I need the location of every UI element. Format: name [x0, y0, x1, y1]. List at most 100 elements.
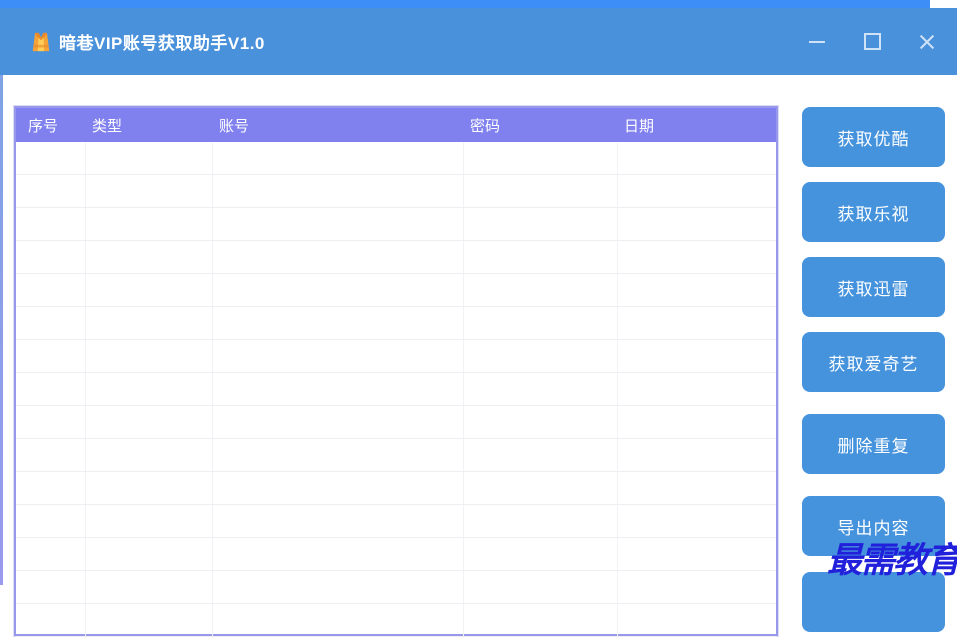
table-cell: [618, 142, 776, 174]
table-cell: [213, 175, 464, 207]
table-cell: [16, 373, 86, 405]
table-cell: [86, 241, 213, 273]
table-cell: [618, 208, 776, 240]
maximize-button[interactable]: [860, 30, 884, 54]
table-row: [16, 142, 776, 175]
table-row: [16, 604, 776, 637]
table-cell: [86, 439, 213, 471]
table-cell: [618, 571, 776, 603]
table-cell: [213, 505, 464, 537]
table-cell: [16, 571, 86, 603]
table-cell: [618, 340, 776, 372]
table-cell: [618, 439, 776, 471]
table-cell: [86, 604, 213, 636]
export-content-button[interactable]: 导出内容: [802, 496, 945, 556]
table-cell: [618, 274, 776, 306]
table-cell: [618, 175, 776, 207]
table-cell: [213, 241, 464, 273]
table-cell: [86, 472, 213, 504]
table-cell: [618, 373, 776, 405]
table-cell: [618, 472, 776, 504]
table-cell: [16, 208, 86, 240]
column-header-date[interactable]: 日期: [618, 115, 776, 136]
table-cell: [618, 538, 776, 570]
table-cell: [464, 373, 618, 405]
table-cell: [16, 142, 86, 174]
column-header-password[interactable]: 密码: [464, 115, 618, 136]
vest-icon: [32, 32, 50, 51]
table-cell: [86, 373, 213, 405]
table-row: [16, 439, 776, 472]
table-cell: [618, 505, 776, 537]
table-cell: [464, 175, 618, 207]
table-cell: [86, 538, 213, 570]
table-cell: [86, 340, 213, 372]
table-cell: [213, 439, 464, 471]
window-left-border: [0, 75, 3, 585]
table-cell: [16, 340, 86, 372]
column-header-type[interactable]: 类型: [86, 115, 213, 136]
top-accent-strip: [0, 0, 930, 8]
get-xunlei-button[interactable]: 获取迅雷: [802, 257, 945, 317]
column-header-account[interactable]: 账号: [213, 115, 464, 136]
table-row: [16, 274, 776, 307]
table-cell: [464, 439, 618, 471]
table-cell: [213, 406, 464, 438]
table-cell: [16, 604, 86, 636]
table-cell: [86, 142, 213, 174]
table-cell: [16, 175, 86, 207]
table-cell: [464, 307, 618, 339]
get-youku-button[interactable]: 获取优酷: [802, 107, 945, 167]
table-cell: [16, 307, 86, 339]
partial-button[interactable]: [802, 572, 945, 632]
table-cell: [213, 307, 464, 339]
table-row: [16, 538, 776, 571]
table-cell: [618, 406, 776, 438]
table-cell: [464, 472, 618, 504]
close-button[interactable]: [915, 30, 939, 54]
table-cell: [86, 175, 213, 207]
table-row: [16, 340, 776, 373]
table-cell: [16, 472, 86, 504]
table-cell: [213, 604, 464, 636]
table-cell: [213, 142, 464, 174]
table-cell: [213, 373, 464, 405]
table-row: [16, 472, 776, 505]
table-cell: [464, 241, 618, 273]
minimize-icon: [809, 40, 825, 43]
table-cell: [86, 307, 213, 339]
table-cell: [213, 340, 464, 372]
column-header-serial[interactable]: 序号: [16, 115, 86, 136]
table-cell: [464, 208, 618, 240]
table-row: [16, 241, 776, 274]
table-cell: [16, 241, 86, 273]
table-cell: [464, 505, 618, 537]
table-row: [16, 175, 776, 208]
table-header-row: 序号 类型 账号 密码 日期: [16, 108, 776, 142]
table-cell: [213, 538, 464, 570]
title-bar: 暗巷VIP账号获取助手V1.0: [0, 8, 957, 75]
table-row: [16, 571, 776, 604]
accounts-table: 序号 类型 账号 密码 日期: [14, 106, 778, 637]
table-cell: [618, 241, 776, 273]
table-cell: [16, 439, 86, 471]
remove-duplicates-button[interactable]: 删除重复: [802, 414, 945, 474]
table-cell: [464, 571, 618, 603]
table-row: [16, 505, 776, 538]
table-cell: [464, 604, 618, 636]
table-cell: [16, 505, 86, 537]
minimize-button[interactable]: [805, 30, 829, 54]
get-letv-button[interactable]: 获取乐视: [802, 182, 945, 242]
table-cell: [86, 571, 213, 603]
table-cell: [86, 208, 213, 240]
table-cell: [464, 274, 618, 306]
table-cell: [16, 538, 86, 570]
table-row: [16, 307, 776, 340]
table-cell: [213, 208, 464, 240]
close-icon: [919, 34, 935, 50]
table-cell: [213, 274, 464, 306]
get-iqiyi-button[interactable]: 获取爱奇艺: [802, 332, 945, 392]
table-row: [16, 208, 776, 241]
table-cell: [618, 307, 776, 339]
table-cell: [464, 142, 618, 174]
